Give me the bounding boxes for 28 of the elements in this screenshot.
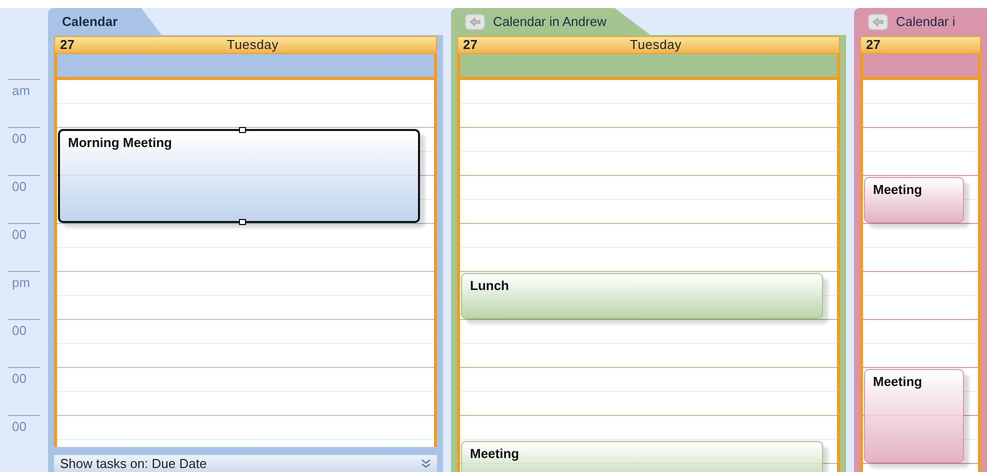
time-label: 00: [11, 418, 28, 436]
time-label: 00: [11, 370, 28, 388]
event-card[interactable]: Meeting: [864, 369, 964, 463]
event-card[interactable]: Morning Meeting: [58, 129, 420, 223]
event-title: Meeting: [873, 182, 922, 197]
day-number: 27: [60, 36, 74, 54]
time-label: am: [11, 82, 32, 100]
day-number: 27: [866, 36, 880, 54]
day-number: 27: [463, 36, 478, 54]
time-label: pm: [11, 274, 32, 292]
task-bar-label: Show tasks on: Due Date: [60, 454, 207, 472]
event-card[interactable]: Meeting: [864, 177, 964, 223]
time-label: 00: [11, 226, 28, 244]
event-title: Meeting: [873, 374, 922, 389]
event-card[interactable]: Meeting: [461, 441, 823, 472]
time-label: 00: [11, 178, 28, 196]
task-bar[interactable]: Show tasks on: Due Date: [54, 455, 437, 472]
time-label: 00: [11, 130, 28, 148]
time-label: 00: [11, 322, 28, 340]
calendar-tab[interactable]: Calendar in Andrew: [451, 8, 650, 35]
weekday-label: Tuesday: [628, 36, 683, 54]
event-title: Lunch: [470, 278, 509, 293]
calendar-tab[interactable]: Calendar i: [854, 8, 987, 35]
event-card[interactable]: Lunch: [461, 273, 823, 319]
event-title: Meeting: [470, 446, 520, 461]
calendar-tab[interactable]: Calendar: [48, 8, 162, 35]
event-title: Morning Meeting: [68, 135, 172, 150]
weekday-label: Tuesday: [226, 36, 280, 54]
